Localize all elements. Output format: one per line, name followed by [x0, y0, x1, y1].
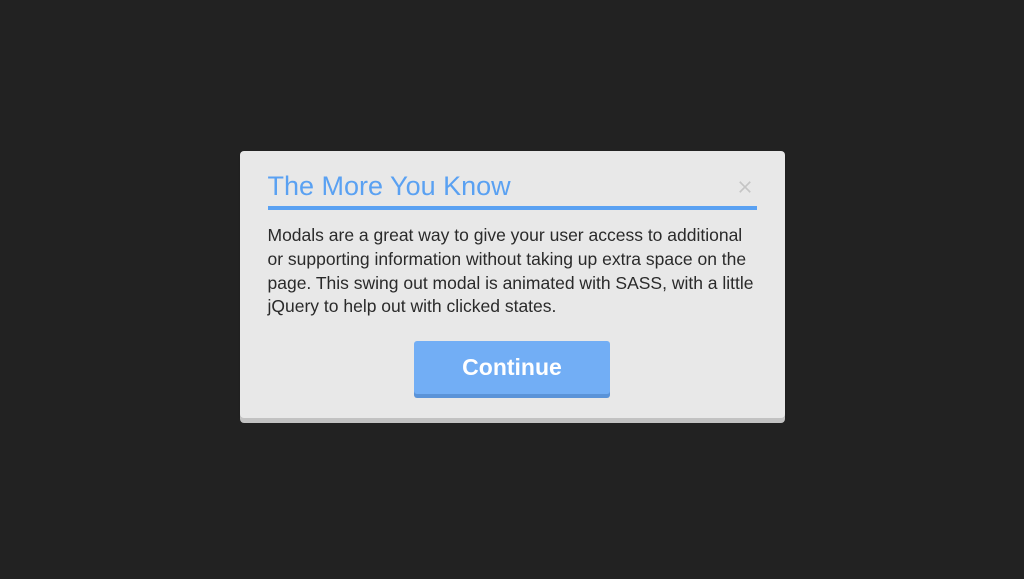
close-button[interactable] [733, 177, 757, 197]
modal-body-text: Modals are a great way to give your user… [268, 224, 757, 319]
continue-button[interactable]: Continue [414, 341, 610, 394]
modal-header: The More You Know [268, 171, 757, 210]
modal-title: The More You Know [268, 171, 511, 202]
modal-dialog: The More You Know Modals are a great way… [240, 151, 785, 418]
close-icon [735, 177, 755, 197]
modal-footer: Continue [268, 341, 757, 394]
